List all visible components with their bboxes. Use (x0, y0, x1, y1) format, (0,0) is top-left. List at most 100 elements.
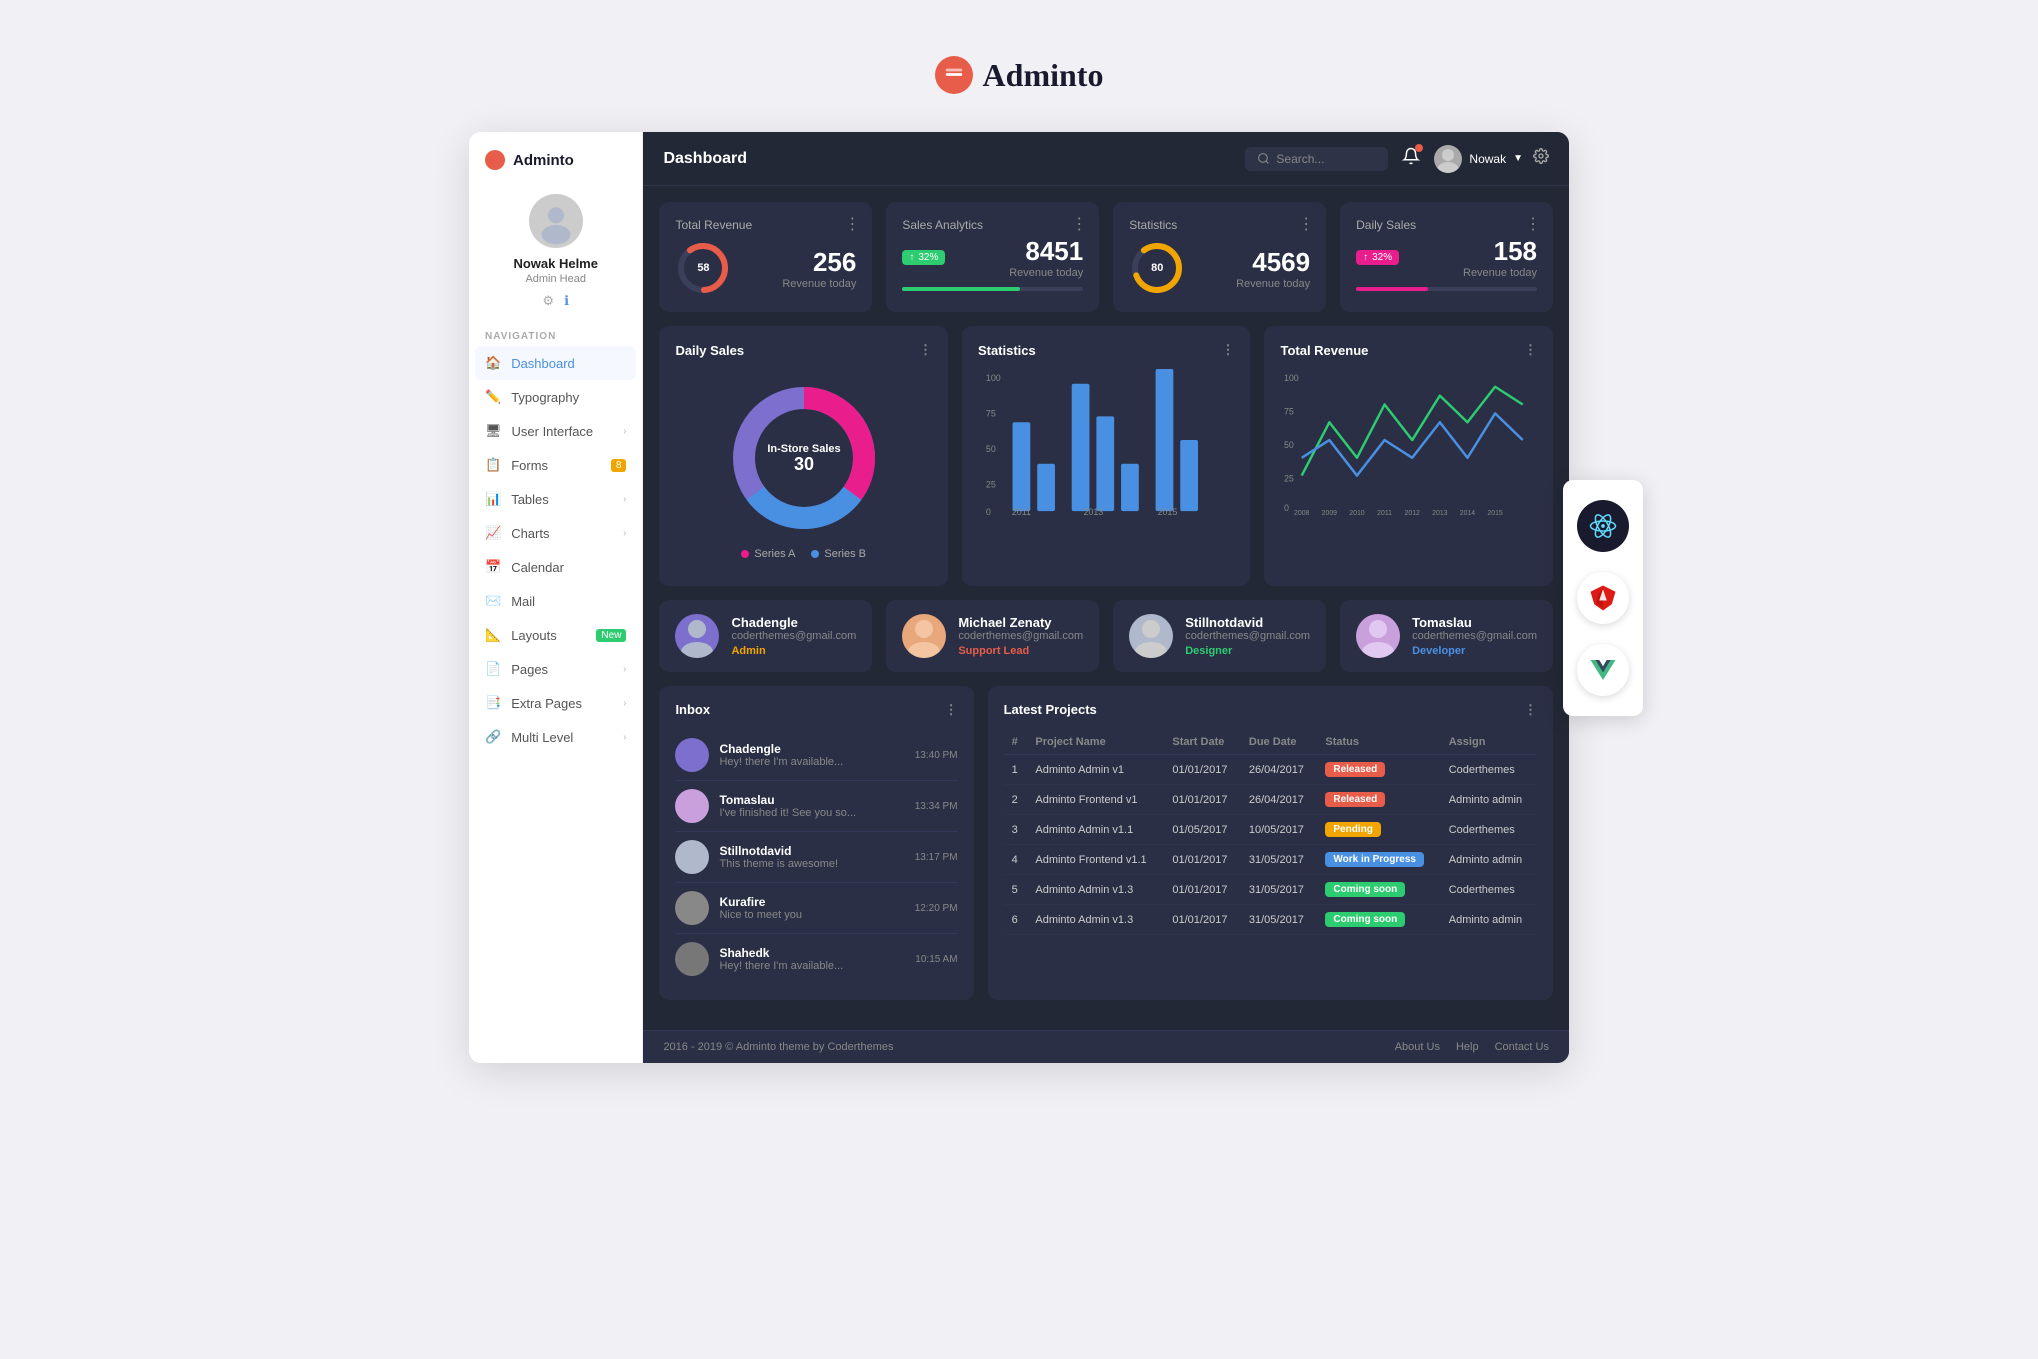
sidebar-item-pages[interactable]: 📄 Pages › (469, 652, 642, 686)
header-username: Nowak (1469, 152, 1506, 166)
nav-label: Navigation (469, 317, 642, 346)
stat-card-total-revenue: Total Revenue ⋮ 58 256 Revenue tod (659, 202, 872, 312)
status-badge: Coming soon (1325, 882, 1405, 897)
person-name: Chadengle (731, 615, 856, 630)
avatar (1356, 614, 1400, 658)
person-email: coderthemes@gmail.com (1412, 630, 1537, 642)
notifications-button[interactable] (1402, 147, 1420, 170)
inbox-name: Tomaslau (719, 793, 904, 807)
notification-dot (1415, 144, 1423, 152)
chart-menu-icon[interactable]: ⋮ (1524, 342, 1537, 358)
dropdown-arrow-icon: ▼ (1513, 153, 1523, 164)
search-box[interactable] (1245, 147, 1388, 171)
main-content: Dashboard Nowak ▼ (643, 132, 1569, 1063)
inbox-time: 13:17 PM (915, 852, 958, 863)
inbox-item-2[interactable]: Stillnotdavid This theme is awesome! 13:… (675, 832, 957, 883)
bottom-row: Inbox ⋮ Chadengle Hey! there I'm availab… (659, 686, 1553, 1000)
status-badge: Work in Progress (1325, 852, 1424, 867)
inbox-menu-icon[interactable]: ⋮ (945, 702, 958, 718)
person-card-3: Tomaslau coderthemes@gmail.com Developer (1340, 600, 1553, 672)
stat-menu-icon[interactable]: ⋮ (1071, 214, 1087, 234)
footer-link-help[interactable]: Help (1456, 1041, 1479, 1053)
sidebar-item-charts[interactable]: 📈 Charts › (469, 516, 642, 550)
person-email: coderthemes@gmail.com (1185, 630, 1310, 642)
float-icons-panel (1563, 480, 1643, 716)
person-role: Admin (731, 645, 856, 657)
sidebar-item-multi-level[interactable]: 🔗 Multi Level › (469, 720, 642, 754)
chart-daily-sales: Daily Sales ⋮ In-Store Sales 30 (659, 326, 948, 586)
mail-icon: ✉️ (485, 593, 501, 609)
col-assign: Assign (1441, 730, 1537, 755)
sidebar-item-calendar[interactable]: 📅 Calendar (469, 550, 642, 584)
person-card-1: Michael Zenaty coderthemes@gmail.com Sup… (886, 600, 1099, 672)
forms-badge: 8 (611, 459, 627, 472)
stat-label: Revenue today (1197, 278, 1310, 290)
projects-table: # Project Name Start Date Due Date Statu… (1004, 730, 1537, 935)
projects-menu-icon[interactable]: ⋮ (1524, 702, 1537, 718)
progress-bar-green (902, 287, 1083, 291)
table-row: 4 Adminto Frontend v1.1 01/01/2017 31/05… (1004, 845, 1537, 875)
stat-title: Daily Sales (1356, 218, 1537, 232)
vue-icon[interactable] (1577, 644, 1629, 696)
sidebar-user-role: Admin Head (525, 273, 586, 285)
svg-text:2008: 2008 (1295, 510, 1310, 517)
sidebar-item-forms[interactable]: 📋 Forms 8 (469, 448, 642, 482)
person-email: coderthemes@gmail.com (731, 630, 856, 642)
inbox-name: Kurafire (719, 895, 904, 909)
settings-button[interactable] (1533, 148, 1549, 169)
chevron-right-icon: › (623, 732, 626, 743)
inbox-item-4[interactable]: Shahedk Hey! there I'm available... 10:1… (675, 934, 957, 984)
sidebar-item-user-interface[interactable]: 🖥 User Interface › (469, 414, 642, 448)
settings-icon[interactable]: ⚙ (542, 293, 554, 309)
stat-menu-icon[interactable]: ⋮ (1525, 214, 1541, 234)
footer: 2016 - 2019 © Adminto theme by Coderthem… (643, 1030, 1569, 1063)
people-row: Chadengle coderthemes@gmail.com Admin Mi… (659, 600, 1553, 672)
person-email: coderthemes@gmail.com (958, 630, 1083, 642)
legend-series-b: Series B (811, 548, 866, 560)
typography-icon: ✏️ (485, 389, 501, 405)
sidebar-item-typography[interactable]: ✏️ Typography (469, 380, 642, 414)
inbox-item-3[interactable]: Kurafire Nice to meet you 12:20 PM (675, 883, 957, 934)
header-user[interactable]: Nowak ▼ (1434, 145, 1523, 173)
sidebar-brand-icon (485, 150, 505, 170)
sidebar-item-layouts[interactable]: 📐 Layouts New (469, 618, 642, 652)
donut-chart-wrap: In-Store Sales 30 Series A Series B (675, 368, 932, 570)
search-icon (1257, 152, 1270, 165)
svg-text:0: 0 (1284, 503, 1289, 513)
chart-menu-icon[interactable]: ⋮ (919, 342, 932, 358)
donut-center-value: 80 (1151, 262, 1163, 274)
multilevel-icon: 🔗 (485, 729, 501, 745)
chevron-right-icon: › (623, 528, 626, 539)
search-input[interactable] (1276, 152, 1376, 166)
arrow-up-icon: ↑ (1363, 252, 1368, 263)
inbox-avatar (675, 789, 709, 823)
donut-svg: In-Store Sales 30 (724, 378, 884, 538)
donut-center-value: 58 (697, 262, 709, 274)
angular-icon[interactable] (1577, 572, 1629, 624)
chart-menu-icon[interactable]: ⋮ (1221, 342, 1234, 358)
inbox-name: Shahedk (719, 946, 905, 960)
table-row: 2 Adminto Frontend v1 01/01/2017 26/04/2… (1004, 785, 1537, 815)
inbox-item-1[interactable]: Tomaslau I've finished it! See you so...… (675, 781, 957, 832)
person-name: Michael Zenaty (958, 615, 1083, 630)
sidebar-item-extra-pages[interactable]: 📑 Extra Pages › (469, 686, 642, 720)
table-row: 1 Adminto Admin v1 01/01/2017 26/04/2017… (1004, 755, 1537, 785)
svg-text:2011: 2011 (1012, 507, 1031, 517)
stat-menu-icon[interactable]: ⋮ (844, 214, 860, 234)
footer-link-about[interactable]: About Us (1395, 1041, 1440, 1053)
calendar-icon: 📅 (485, 559, 501, 575)
chevron-right-icon: › (623, 494, 626, 505)
svg-text:100: 100 (1284, 373, 1299, 383)
person-role: Designer (1185, 645, 1310, 657)
sidebar-item-tables[interactable]: 📊 Tables › (469, 482, 642, 516)
stat-menu-icon[interactable]: ⋮ (1298, 214, 1314, 234)
stat-number: 8451 (957, 236, 1083, 267)
line-chart-svg: 100 75 50 25 0 2008 2009 2010 2011 (1280, 368, 1537, 518)
react-icon[interactable] (1577, 500, 1629, 552)
inbox-item-0[interactable]: Chadengle Hey! there I'm available... 13… (675, 730, 957, 781)
svg-text:30: 30 (794, 454, 814, 474)
footer-link-contact[interactable]: Contact Us (1495, 1041, 1549, 1053)
info-icon[interactable]: ℹ (564, 293, 569, 309)
sidebar-item-dashboard[interactable]: 🏠 Dashboard (475, 346, 636, 380)
sidebar-item-mail[interactable]: ✉️ Mail (469, 584, 642, 618)
